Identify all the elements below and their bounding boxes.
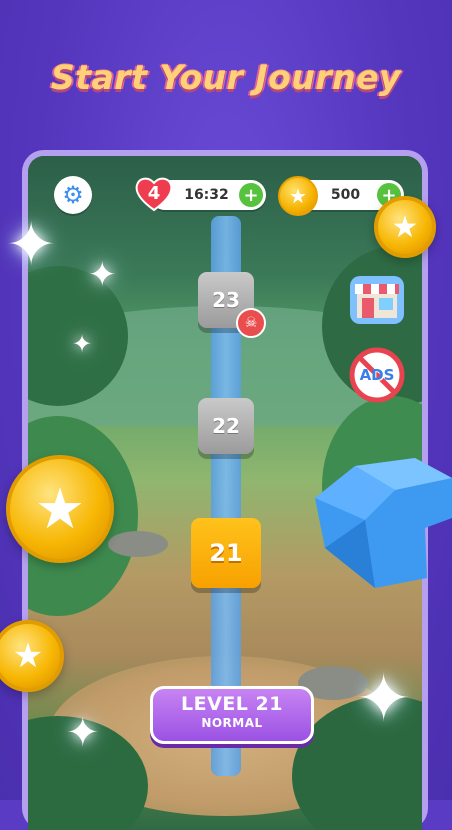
coin-balance: 500 — [330, 187, 361, 203]
skull-icon: ☠ — [236, 308, 266, 338]
hud-bar: ⚙ 16:32 + 4 500 + ★ — [28, 176, 422, 222]
level-difficulty: NORMAL — [201, 716, 263, 730]
level-number: 21 — [209, 539, 243, 567]
lives-count: 4 — [147, 182, 161, 204]
level-number: 22 — [212, 414, 240, 438]
shop-icon — [355, 284, 399, 318]
settings-gear-icon[interactable]: ⚙ — [54, 176, 92, 214]
sparkle-icon: ✦ — [66, 710, 100, 756]
lives-timer: 16:32 — [184, 187, 229, 203]
coin-icon: ★ — [278, 176, 318, 216]
level-tile-22[interactable]: 22 — [198, 398, 254, 454]
headline: Start Your Journey — [50, 58, 402, 97]
level-tile-21[interactable]: 21 — [191, 518, 261, 588]
blue-block-decoration — [315, 458, 452, 588]
level-number: 23 — [212, 288, 240, 312]
sparkle-icon: ✦ — [6, 210, 57, 280]
play-level-button[interactable]: LEVEL 21 NORMAL — [150, 686, 314, 744]
level-title: LEVEL 21 — [181, 693, 283, 715]
sparkle-icon: ✦ — [72, 330, 93, 358]
heart-icon: 4 — [134, 174, 174, 212]
no-ads-button[interactable]: ADS — [348, 346, 406, 404]
coin-decoration-icon: ★ — [374, 196, 436, 258]
sparkle-icon: ✦ — [356, 660, 412, 737]
sparkle-icon: ✦ — [88, 255, 117, 295]
add-lives-button[interactable]: + — [239, 183, 263, 207]
shop-button[interactable] — [350, 276, 404, 324]
no-ads-label: ADS — [359, 366, 395, 384]
coin-decoration-icon: ★ — [6, 455, 114, 563]
rock-decoration — [108, 531, 168, 557]
